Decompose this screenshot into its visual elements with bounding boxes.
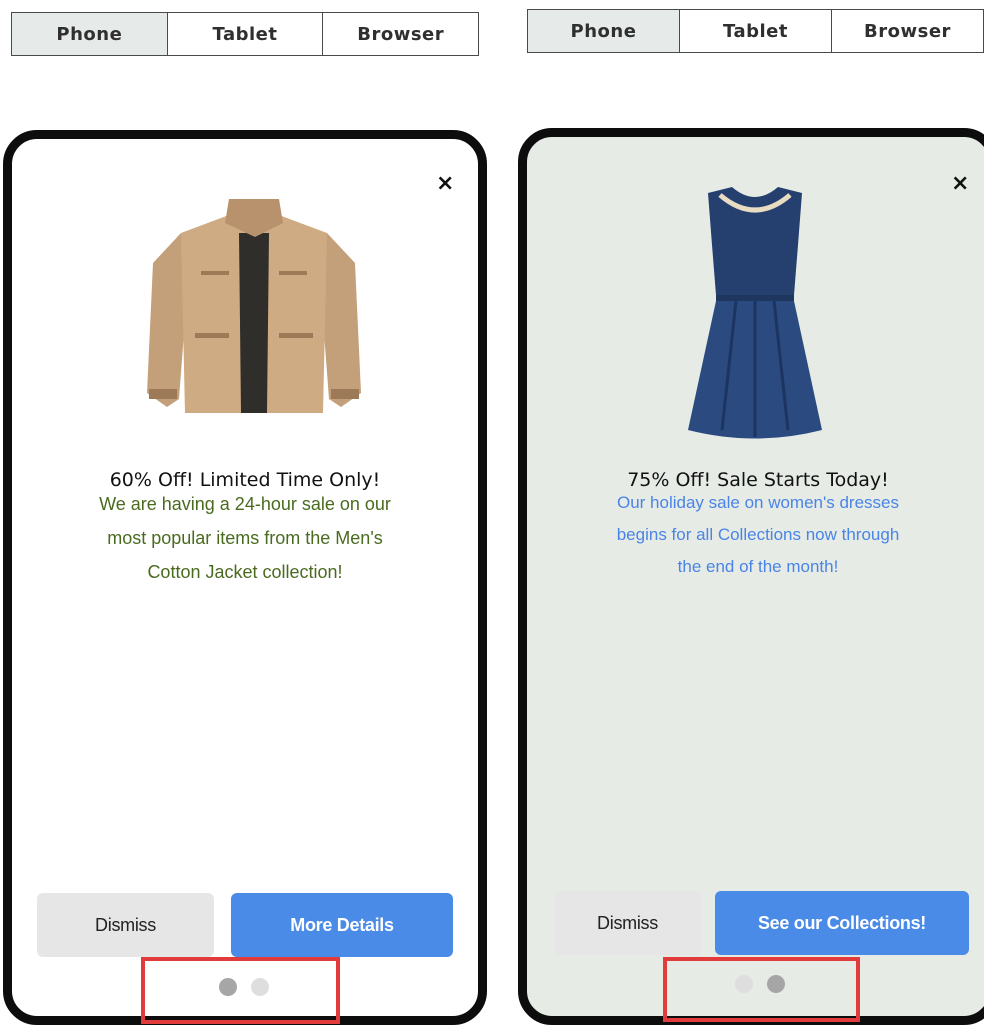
tab-browser[interactable]: Browser (322, 13, 479, 55)
left-device-tabs: Phone Tablet Browser (11, 12, 479, 56)
dismiss-button[interactable]: Dismiss (554, 891, 701, 955)
close-icon[interactable]: × (436, 173, 454, 195)
tab-phone[interactable]: Phone (528, 10, 679, 52)
tab-tablet[interactable]: Tablet (679, 10, 831, 52)
right-body-line-2: begins for all Collections now through (616, 525, 900, 544)
see-collections-button[interactable]: See our Collections! (715, 891, 969, 955)
left-body-text: We are having a 24-hour sale on our most… (32, 487, 458, 589)
pager-highlight-left (141, 957, 340, 1024)
more-details-button[interactable]: More Details (231, 893, 453, 957)
pager-highlight-right (663, 957, 860, 1022)
right-body-text: Our holiday sale on women's dresses begi… (541, 487, 975, 583)
left-body-line-2: most popular items from the Men's (107, 528, 383, 548)
left-body-line-1: We are having a 24-hour sale on our (99, 494, 391, 514)
left-phone-preview: × 60% Off! Limited Time Only! We are hav… (3, 130, 487, 1025)
tab-tablet[interactable]: Tablet (166, 13, 323, 55)
jacket-image (147, 199, 361, 413)
right-device-tabs: Phone Tablet Browser (527, 9, 984, 53)
tab-phone[interactable]: Phone (12, 13, 167, 55)
right-body-line-3: the end of the month! (677, 557, 839, 576)
dress-image (688, 187, 822, 439)
tab-browser[interactable]: Browser (831, 10, 983, 52)
dismiss-button[interactable]: Dismiss (37, 893, 214, 957)
right-phone-preview: × 75% Off! Sale Starts Today! Our holida… (518, 128, 984, 1025)
right-body-line-1: Our holiday sale on women's dresses (617, 493, 899, 512)
left-body-line-3: Cotton Jacket collection! (147, 562, 343, 582)
close-icon[interactable]: × (951, 173, 969, 195)
